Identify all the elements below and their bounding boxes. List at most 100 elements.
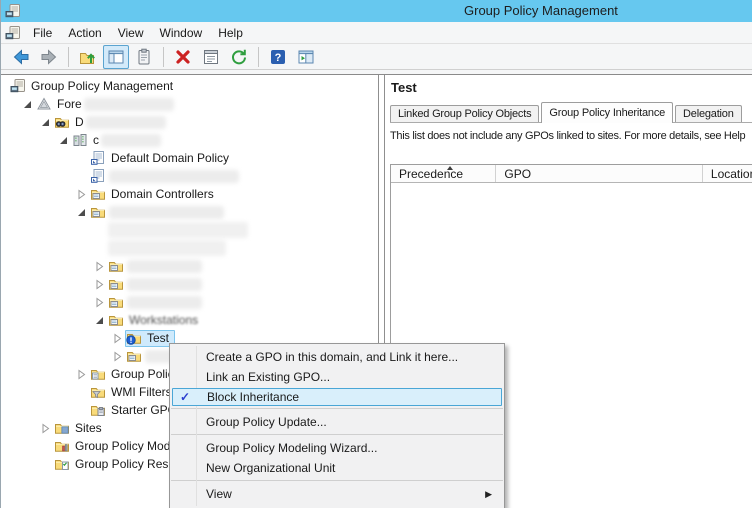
collapsed-twisty-icon[interactable] (73, 188, 89, 200)
up-one-level-icon (78, 47, 98, 67)
console-tree-toggle-button[interactable] (103, 45, 129, 69)
tree-item-content: Fore (35, 96, 175, 113)
tree-item-workstations[interactable]: Workstations (1, 311, 378, 329)
tree-item-content (107, 240, 227, 257)
tree-item-content (107, 276, 203, 293)
tree-item-content: Group Policy Management (9, 78, 176, 95)
collapsed-twisty-icon[interactable] (109, 332, 125, 344)
menu-item-label: Group Policy Update... (206, 415, 327, 429)
tree-item-default-domain-policy[interactable]: Default Domain Policy (1, 149, 378, 167)
up-one-level-button[interactable] (75, 45, 101, 69)
tree-item-redacted[interactable] (1, 293, 378, 311)
menu-item-group-policy-modeling-wizard[interactable]: Group Policy Modeling Wizard... (170, 438, 504, 458)
expanded-twisty-icon[interactable] (73, 206, 89, 218)
column-header-gpo[interactable]: GPO (496, 165, 702, 182)
menu-action[interactable]: Action (60, 23, 109, 43)
action-pane-toggle-button[interactable] (293, 45, 319, 69)
delete-x-icon (173, 47, 193, 67)
tree-item-domain-controllers[interactable]: Domain Controllers (1, 185, 378, 203)
collapsed-twisty-icon[interactable] (91, 296, 107, 308)
tree-item-redacted[interactable] (1, 239, 378, 257)
tree-item-content: Sites (53, 420, 105, 437)
tab-delegation[interactable]: Delegation (675, 105, 742, 122)
tree-item-redacted[interactable] (1, 257, 378, 275)
gpo-icon (90, 168, 106, 184)
tree-item-d[interactable]: D (1, 113, 378, 131)
column-header-label: GPO (504, 167, 531, 181)
expanded-twisty-icon[interactable] (55, 134, 71, 146)
help-icon: ? (268, 47, 288, 67)
tab-linked-group-policy-objects[interactable]: Linked Group Policy Objects (390, 105, 539, 122)
tab-group-policy-inheritance[interactable]: Group Policy Inheritance (541, 102, 673, 123)
menu-item-label: Link an Existing GPO... (206, 370, 330, 384)
menu-item-new-organizational-unit[interactable]: New Organizational Unit (170, 458, 504, 478)
tree-item-fore[interactable]: Fore (1, 95, 378, 113)
collapsed-twisty-icon[interactable] (91, 260, 107, 272)
tree-item-redacted[interactable] (1, 275, 378, 293)
clipboard-icon (134, 47, 154, 67)
gpo-folder-icon (90, 366, 106, 382)
menu-item-group-policy-update[interactable]: Group Policy Update... (170, 412, 504, 432)
starter-gpo-icon (90, 402, 106, 418)
back-button[interactable] (8, 45, 34, 69)
expanded-twisty-icon[interactable] (37, 116, 53, 128)
ou-folder-icon (126, 348, 142, 364)
collapsed-twisty-icon[interactable] (73, 368, 89, 380)
ou-folder-icon (90, 186, 106, 202)
toolbar-separator (258, 47, 259, 67)
tree-item-content (107, 294, 203, 311)
domains-folder-icon (54, 114, 70, 130)
menu-item-label: New Organizational Unit (206, 461, 335, 475)
svg-text:?: ? (275, 52, 282, 64)
ou-folder-icon (90, 204, 106, 220)
tree-item-c[interactable]: c (1, 131, 378, 149)
column-header-label: Precedence (399, 167, 463, 181)
menu-item-block-inheritance[interactable]: ✓Block Inheritance (172, 388, 502, 406)
column-header-location[interactable]: Location (703, 165, 752, 182)
tree-item-label: Domain Controllers (109, 187, 216, 201)
paste-button[interactable] (131, 45, 157, 69)
tree-item-label: Default Domain Policy (109, 151, 231, 165)
twisty-spacer (37, 458, 53, 470)
menu-item-create-a-gpo-in-this-domain-and-link-it-here[interactable]: Create a GPO in this domain, and Link it… (170, 347, 504, 367)
menu-item-link-an-existing-gpo[interactable]: Link an Existing GPO... (170, 367, 504, 387)
expanded-twisty-icon[interactable] (91, 314, 107, 326)
tree-item-redacted[interactable] (1, 167, 378, 185)
delete-button[interactable] (170, 45, 196, 69)
title-bar[interactable]: Group Policy Management (1, 0, 752, 22)
ou-folder-icon (108, 258, 124, 274)
expanded-twisty-icon[interactable] (19, 98, 35, 110)
collapsed-twisty-icon[interactable] (109, 350, 125, 362)
tree-item-redacted[interactable] (1, 203, 378, 221)
menu-file[interactable]: File (25, 23, 60, 43)
twisty-spacer (73, 152, 89, 164)
tree-item-group-policy-management[interactable]: Group Policy Management (1, 77, 378, 95)
action-pane-icon (296, 47, 316, 67)
refresh-button[interactable] (226, 45, 252, 69)
menu-item-view[interactable]: View▶ (170, 484, 504, 504)
redacted-text (109, 206, 224, 219)
tree-item-label: D (73, 115, 86, 129)
tree-item-label: Group Policy Management (29, 79, 175, 93)
redacted-text (101, 134, 161, 147)
tree-item-content (107, 222, 249, 239)
help-button[interactable]: ? (265, 45, 291, 69)
menu-help[interactable]: Help (210, 23, 251, 43)
menu-view[interactable]: View (110, 23, 152, 43)
collapsed-twisty-icon[interactable] (37, 422, 53, 434)
tree-item-redacted[interactable] (1, 221, 378, 239)
properties-button[interactable] (198, 45, 224, 69)
tree-item-content (89, 168, 240, 185)
refresh-icon (229, 47, 249, 67)
collapsed-twisty-icon[interactable] (91, 278, 107, 290)
twisty-spacer (91, 224, 107, 236)
toolbar-separator (163, 47, 164, 67)
column-header-precedence[interactable]: Precedence (391, 165, 496, 182)
console-tree-icon (106, 47, 126, 67)
forest-icon (36, 96, 52, 112)
forward-button[interactable] (36, 45, 62, 69)
twisty-spacer (37, 440, 53, 452)
menu-window[interactable]: Window (152, 23, 211, 43)
sites-icon (54, 420, 70, 436)
column-header-label: Location (711, 167, 752, 181)
